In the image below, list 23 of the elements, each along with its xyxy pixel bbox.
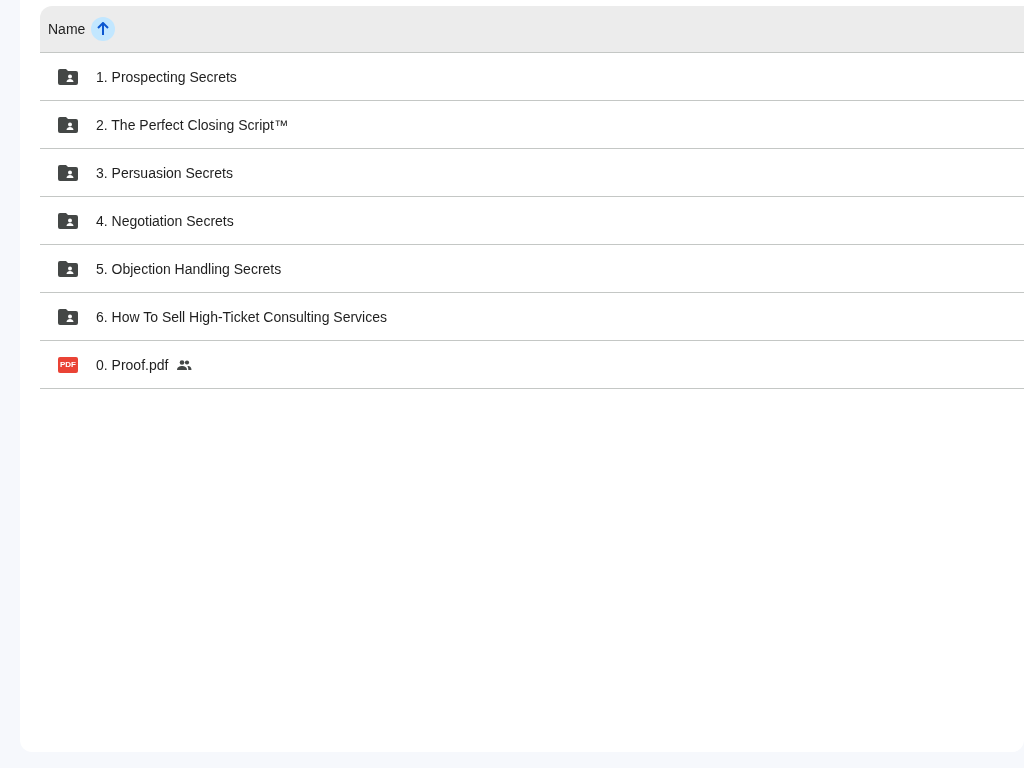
file-name[interactable]: 3. Persuasion Secrets bbox=[96, 164, 233, 181]
shared-folder-icon bbox=[58, 212, 78, 229]
file-name[interactable]: 4. Negotiation Secrets bbox=[96, 212, 234, 229]
shared-folder-icon bbox=[58, 164, 78, 181]
file-row[interactable]: 4. Negotiation Secrets bbox=[40, 197, 1024, 245]
shared-folder-icon bbox=[58, 68, 78, 85]
pdf-icon: PDF bbox=[58, 356, 78, 373]
arrow-icon bbox=[96, 22, 111, 36]
shared-folder-icon bbox=[58, 116, 78, 133]
sort-button[interactable] bbox=[91, 17, 116, 41]
file-row[interactable]: 2. The Perfect Closing Script™ bbox=[40, 101, 1024, 149]
file-name[interactable]: 6. How To Sell High-Ticket Consulting Services bbox=[96, 308, 387, 325]
shared-folder-icon bbox=[58, 308, 78, 325]
file-name[interactable]: 1. Prospecting Secrets bbox=[96, 68, 237, 85]
file-row[interactable]: 6. How To Sell High-Ticket Consulting Services bbox=[40, 293, 1024, 341]
file-name[interactable]: 0. Proof.pdf bbox=[96, 356, 169, 373]
shared-folder-icon bbox=[58, 260, 78, 277]
file-row[interactable]: 1. Prospecting Secrets bbox=[40, 53, 1024, 101]
file-name[interactable]: 2. The Perfect Closing Script™ bbox=[96, 116, 288, 133]
file-row[interactable]: 3. Persuasion Secrets bbox=[40, 149, 1024, 197]
column-title[interactable]: Name bbox=[48, 21, 86, 37]
file-row[interactable]: 5. Objection Handling Secrets bbox=[40, 245, 1024, 293]
file-name[interactable]: 5. Objection Handling Secrets bbox=[96, 260, 282, 277]
